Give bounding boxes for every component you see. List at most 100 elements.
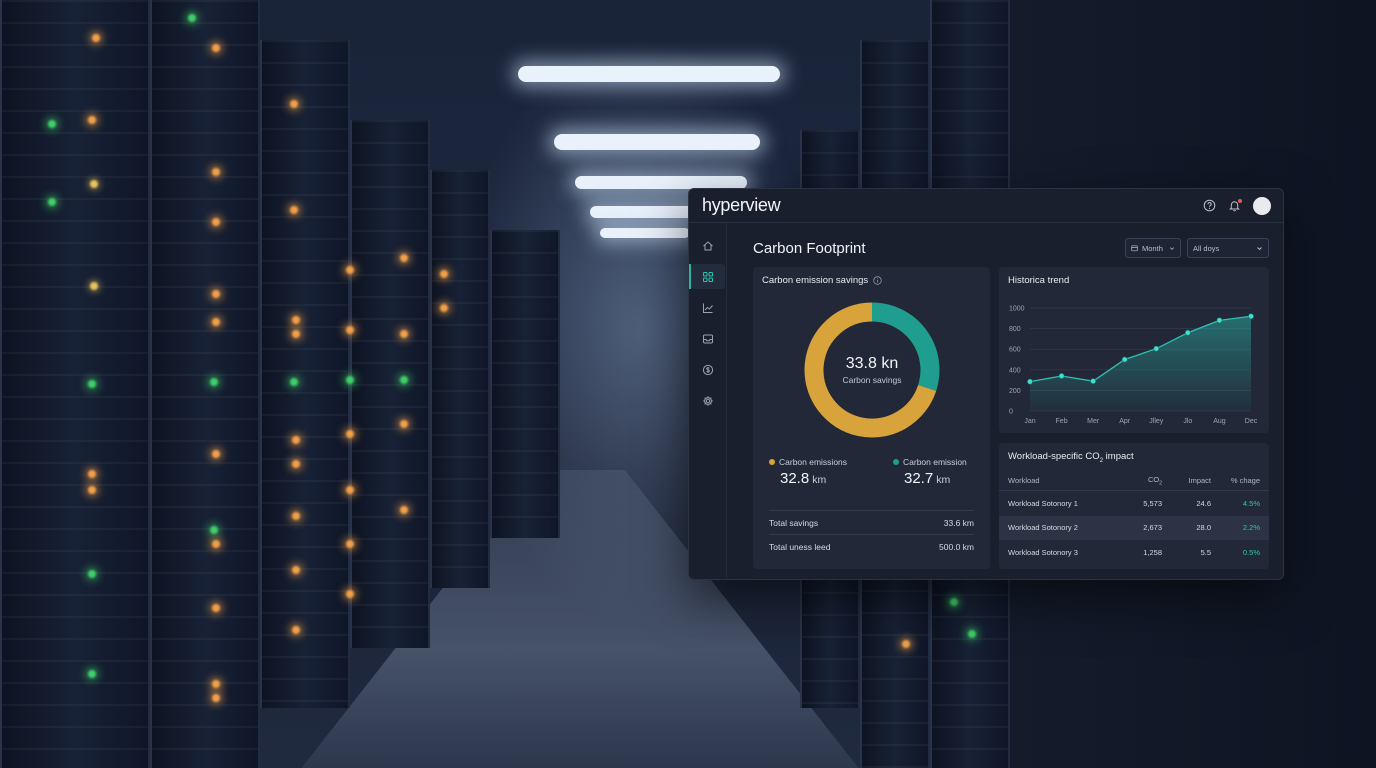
historical-trend-card: Historica trend 0 200 400 600 800 1000 Jan Feb M… [999, 267, 1269, 433]
period-select[interactable]: Month [1125, 238, 1181, 258]
stat-row-total-used: Total uness leed 500.0 km [769, 534, 974, 558]
y-tick-label: 600 [1009, 347, 1021, 354]
status-led [212, 604, 220, 612]
cell-impact: 5.5 [1200, 547, 1211, 557]
ceiling-light [554, 134, 760, 150]
sidebar-item-analytics[interactable] [691, 295, 725, 320]
cell-impact: 28.0 [1196, 523, 1211, 533]
status-led [88, 116, 96, 124]
y-tick-label: 800 [1009, 326, 1021, 333]
legend-label: Carbon emission [903, 457, 967, 467]
status-led [212, 450, 220, 458]
status-led [292, 330, 300, 338]
app-logo[interactable]: hyperview [702, 195, 781, 216]
dashboard-window: hyperview Carbon Footprint Month All doy… [688, 188, 1284, 580]
inbox-icon [702, 334, 713, 343]
column-header-impact[interactable]: Impact [1162, 476, 1211, 485]
y-tick-label: 200 [1009, 388, 1021, 395]
range-select-value: All doys [1193, 243, 1220, 253]
column-header-change[interactable]: % chage [1211, 476, 1260, 485]
status-led [212, 540, 220, 548]
trend-point[interactable] [1184, 329, 1191, 336]
trend-point[interactable] [1027, 378, 1033, 385]
table-row[interactable]: Workload Sotonory 1 5,573 24.6 4.5% [999, 491, 1269, 516]
status-led [88, 380, 96, 388]
sidebar-item-home[interactable] [691, 233, 725, 258]
donut-center-label: Carbon savings [842, 375, 902, 385]
status-led [346, 376, 354, 384]
legend-unit: km [812, 474, 827, 486]
status-led [92, 34, 100, 42]
trend-point[interactable] [1216, 317, 1223, 324]
donut-center-value: 33.8 kn [845, 355, 899, 372]
trend-point[interactable] [1090, 378, 1097, 385]
status-led [290, 378, 298, 386]
y-tick-label: 0 [1009, 409, 1013, 416]
ceiling-light [590, 206, 700, 218]
status-led [400, 254, 408, 262]
legend-label: Carbon emissions [779, 457, 848, 467]
status-led [950, 598, 958, 606]
status-led [88, 470, 96, 478]
status-led [210, 526, 218, 534]
chart-line-icon [702, 303, 713, 313]
home-icon [702, 240, 713, 250]
info-icon[interactable] [873, 276, 882, 285]
workload-table: Workload CO2 Impact % chage Workload Sot… [999, 471, 1269, 565]
sidebar-item-dashboard[interactable] [689, 264, 725, 289]
status-led [292, 512, 300, 520]
server-rack [150, 0, 260, 768]
workload-impact-card: Workload-specific CO2 impact Workload CO… [999, 443, 1269, 569]
stat-label: Total uness leed [769, 541, 831, 552]
cell-workload: Workload Sotonory 2 [1008, 523, 1078, 533]
status-led [212, 168, 220, 176]
page-title: Carbon Footprint [753, 239, 866, 257]
trend-point[interactable] [1058, 373, 1065, 379]
sidebar-item-settings[interactable] [691, 388, 725, 413]
coin-icon [702, 364, 713, 375]
avatar[interactable] [1253, 196, 1271, 215]
calendar-icon [1131, 245, 1138, 252]
y-tick-label: 400 [1009, 367, 1021, 374]
cell-change: 4.5% [1242, 498, 1260, 508]
stat-label: Total savings [769, 517, 819, 528]
legend-dot-gold [769, 459, 775, 465]
status-led [210, 378, 218, 386]
legend-value: 32.7 [904, 470, 934, 487]
status-led [88, 486, 96, 494]
trend-point[interactable] [1121, 356, 1128, 363]
cell-co2: 2,673 [1143, 523, 1162, 533]
ceiling-light [600, 228, 690, 238]
legend-item-emission: Carbon emission 32.7 km [893, 457, 967, 487]
bell-icon[interactable] [1228, 199, 1242, 212]
stat-value: 500.0 km [939, 541, 974, 552]
trend-point[interactable] [1153, 345, 1160, 352]
status-led [902, 640, 910, 648]
table-row[interactable]: Workload Sotonory 2 2,673 28.0 2.2% [999, 515, 1269, 540]
status-led [212, 680, 220, 688]
range-select[interactable]: All doys [1187, 238, 1269, 258]
column-header-co2[interactable]: CO2 [1118, 475, 1162, 487]
status-led [400, 506, 408, 514]
trend-point[interactable] [1248, 313, 1254, 320]
status-led [88, 670, 96, 678]
server-rack [430, 170, 490, 588]
server-rack [0, 0, 150, 768]
x-tick-label: Jan [1024, 418, 1035, 425]
server-rack [260, 40, 350, 708]
help-icon[interactable] [1203, 199, 1216, 212]
legend-unit: km [936, 474, 951, 486]
status-led [400, 420, 408, 428]
status-led [212, 290, 220, 298]
status-led [346, 590, 354, 598]
table-row[interactable]: Workload Sotonory 3 1,258 5.5 0.5% [999, 540, 1269, 565]
savings-donut-chart: 33.8 kn Carbon savings [802, 300, 942, 440]
status-led [292, 316, 300, 324]
status-led [48, 120, 56, 128]
stat-row-total-savings: Total savings 33.6 km [769, 510, 974, 534]
top-bar: hyperview [689, 189, 1283, 223]
sidebar-item-billing[interactable] [691, 357, 725, 382]
column-header-workload[interactable]: Workload [1008, 476, 1118, 485]
sidebar-item-inbox[interactable] [691, 326, 725, 351]
y-tick-label: 1000 [1009, 306, 1025, 313]
